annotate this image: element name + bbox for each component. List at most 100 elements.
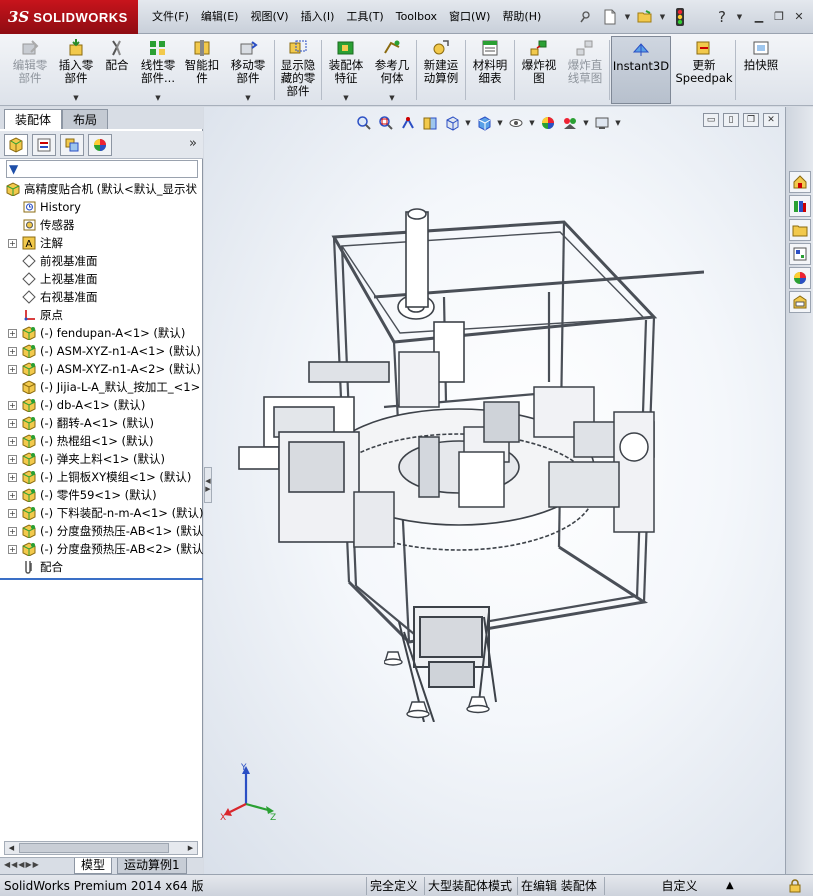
- tree-item[interactable]: + (-) 翻转-A<1> (默认): [0, 414, 203, 432]
- show-hidden-components-button[interactable]: 显示隐 藏的零 部件: [277, 36, 319, 104]
- propertymanager-icon[interactable]: [32, 134, 56, 156]
- open-folder-icon[interactable]: [634, 6, 656, 28]
- tree-item[interactable]: 原点: [0, 306, 203, 324]
- assembly-features-button[interactable]: 装配体 特征 ▼: [324, 36, 368, 104]
- smart-fasteners-button[interactable]: 智能扣 件: [182, 36, 222, 104]
- update-speedpak-button[interactable]: 更新 Speedpak: [675, 36, 733, 104]
- new-motion-study-button[interactable]: 新建运 动算例: [419, 36, 463, 104]
- tree-item[interactable]: (-) Jijia-L-A_默认_按加工_<1>: [0, 378, 203, 396]
- zoom-to-fit-icon[interactable]: [354, 113, 374, 133]
- menu-view[interactable]: 视图(V): [244, 6, 294, 28]
- menu-tools[interactable]: 工具(T): [340, 6, 389, 28]
- tree-item[interactable]: + (-) 分度盘预热压-AB<1> (默认: [0, 522, 203, 540]
- hide-show-items-icon[interactable]: [506, 113, 526, 133]
- tree-item[interactable]: 高精度贴合机 (默认<默认_显示状: [0, 180, 203, 198]
- rebuild-traffic-light-icon[interactable]: [669, 6, 691, 28]
- view-palette-icon[interactable]: [789, 243, 811, 265]
- file-explorer-icon[interactable]: [789, 219, 811, 241]
- instant3d-button[interactable]: Instant3D: [611, 36, 671, 104]
- chevron-down-icon[interactable]: ▼: [528, 119, 536, 127]
- chevron-down-icon[interactable]: ▼: [735, 13, 744, 21]
- expand-plus-icon[interactable]: +: [8, 401, 17, 410]
- tree-item[interactable]: + (-) ASM-XYZ-n1-A<1> (默认): [0, 342, 203, 360]
- zoom-to-area-icon[interactable]: [376, 113, 396, 133]
- restore-viewport-icon[interactable]: ❐: [743, 113, 759, 127]
- tile-vertical-icon[interactable]: ▯: [723, 113, 739, 127]
- expand-panel-icon[interactable]: »: [189, 136, 197, 151]
- graphics-area[interactable]: ▼ ▼ ▼ ▼ ▼ ▭ ▯ ❐ ✕ ◀ ▶ Y Z X: [204, 107, 785, 874]
- menu-file[interactable]: 文件(F): [146, 6, 195, 28]
- tree-item[interactable]: + (-) ASM-XYZ-n1-A<2> (默认): [0, 360, 203, 378]
- mate-button[interactable]: 配合: [100, 36, 134, 104]
- expand-plus-icon[interactable]: +: [8, 509, 17, 518]
- tab-navigation-icon[interactable]: ◀◀◀▶▶: [4, 860, 40, 869]
- exploded-view-button[interactable]: 爆炸视 图: [517, 36, 561, 104]
- menu-window[interactable]: 窗口(W): [443, 6, 496, 28]
- linear-pattern-button[interactable]: 线性零 部件... ▼: [136, 36, 180, 104]
- status-custom[interactable]: 自定义: [604, 877, 714, 895]
- chevron-down-icon[interactable]: ▼: [582, 119, 590, 127]
- section-view-icon[interactable]: [420, 113, 440, 133]
- tree-item[interactable]: 右视基准面: [0, 288, 203, 306]
- menu-help[interactable]: 帮助(H): [496, 6, 547, 28]
- tab-motion-study[interactable]: 运动算例1: [117, 858, 187, 874]
- reference-geometry-button[interactable]: 参考几 何体 ▼: [370, 36, 414, 104]
- tab-model[interactable]: 模型: [74, 858, 113, 874]
- take-snapshot-button[interactable]: 拍快照: [738, 36, 784, 104]
- tree-item[interactable]: + (-) fendupan-A<1> (默认): [0, 324, 203, 342]
- chevron-down-icon[interactable]: ▼: [623, 13, 632, 21]
- tree-item[interactable]: + (-) 热棍组<1> (默认): [0, 432, 203, 450]
- menu-edit[interactable]: 编辑(E): [195, 6, 245, 28]
- menu-toolbox[interactable]: Toolbox: [390, 6, 443, 28]
- chevron-down-icon[interactable]: ▼: [389, 94, 394, 102]
- solidworks-resources-icon[interactable]: [789, 171, 811, 193]
- close-viewport-icon[interactable]: ✕: [763, 113, 779, 127]
- chevron-down-icon[interactable]: ▼: [73, 94, 78, 102]
- expand-plus-icon[interactable]: +: [8, 527, 17, 536]
- chevron-down-icon[interactable]: ▼: [614, 119, 622, 127]
- expand-plus-icon[interactable]: +: [8, 419, 17, 428]
- expand-plus-icon[interactable]: +: [8, 491, 17, 500]
- expand-plus-icon[interactable]: +: [8, 473, 17, 482]
- appearances-scenes-icon[interactable]: [789, 267, 811, 289]
- tree-item[interactable]: + (-) 分度盘预热压-AB<2> (默认: [0, 540, 203, 558]
- tab-assembly[interactable]: 装配体: [4, 109, 63, 129]
- tree-item[interactable]: + (-) 弹夹上料<1> (默认): [0, 450, 203, 468]
- chevron-down-icon[interactable]: ▼: [155, 94, 160, 102]
- tree-item[interactable]: + (-) 下料装配-n-m-A<1> (默认): [0, 504, 203, 522]
- chevron-up-icon[interactable]: ▲: [726, 877, 734, 895]
- chevron-down-icon[interactable]: ▼: [245, 94, 250, 102]
- explode-line-sketch-button[interactable]: 爆炸直 线草图: [562, 36, 608, 104]
- scroll-left-icon[interactable]: ◀: [5, 842, 18, 854]
- tree-item[interactable]: 配合: [0, 558, 203, 576]
- tree-horizontal-scrollbar[interactable]: ◀ ▶: [4, 841, 198, 855]
- configurationmanager-icon[interactable]: [60, 134, 84, 156]
- close-icon[interactable]: ✕: [791, 8, 807, 24]
- tree-item[interactable]: + (-) db-A<1> (默认): [0, 396, 203, 414]
- view-settings-icon[interactable]: [592, 113, 612, 133]
- view-orientation-icon[interactable]: [442, 113, 462, 133]
- lock-icon[interactable]: [788, 877, 802, 895]
- tile-horizontal-icon[interactable]: ▭: [703, 113, 719, 127]
- help-icon[interactable]: ?: [711, 6, 733, 28]
- expand-plus-icon[interactable]: +: [8, 437, 17, 446]
- apply-scene-icon[interactable]: [560, 113, 580, 133]
- expand-plus-icon[interactable]: +: [8, 365, 17, 374]
- minimize-icon[interactable]: ▁: [751, 8, 767, 24]
- chevron-down-icon[interactable]: ▼: [464, 119, 472, 127]
- expand-plus-icon[interactable]: +: [8, 545, 17, 554]
- tree-item[interactable]: + (-) 上铜板XY模组<1> (默认): [0, 468, 203, 486]
- tree-item[interactable]: + (-) 零件59<1> (默认): [0, 486, 203, 504]
- edit-appearance-icon[interactable]: [538, 113, 558, 133]
- chevron-down-icon[interactable]: ▼: [343, 94, 348, 102]
- custom-properties-icon[interactable]: [789, 291, 811, 313]
- expand-plus-icon[interactable]: +: [8, 347, 17, 356]
- expand-plus-icon[interactable]: +: [8, 329, 17, 338]
- new-document-icon[interactable]: [599, 6, 621, 28]
- bill-of-materials-button[interactable]: 材料明 细表: [468, 36, 512, 104]
- tree-item[interactable]: 上视基准面: [0, 270, 203, 288]
- featuremanager-icon[interactable]: [4, 134, 28, 156]
- move-component-button[interactable]: 移动零 部件 ▼: [226, 36, 270, 104]
- expand-plus-icon[interactable]: +: [8, 239, 17, 248]
- pin-icon[interactable]: [575, 6, 597, 28]
